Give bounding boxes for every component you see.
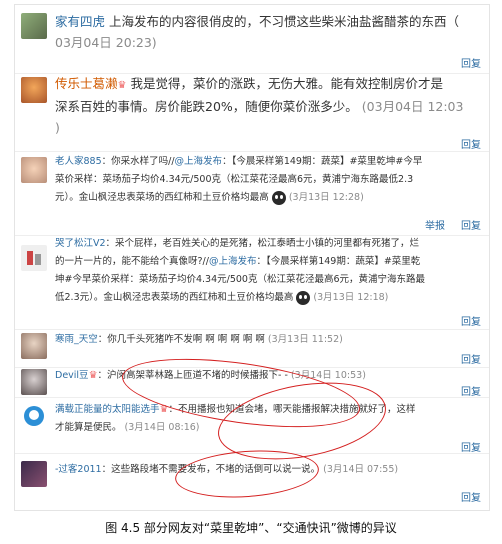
comment-text: 坤#今早菜价采样：菜场茄子均价4.34元/500克（松江菜花泾最高6元，黄浦宁海… — [55, 274, 425, 285]
crown-icon: ♛ — [117, 80, 127, 91]
timestamp-end: ) — [55, 120, 60, 135]
timestamp: (03月04日 12:03 — [361, 99, 464, 114]
user-name[interactable]: 哭了松江V2 — [55, 238, 106, 249]
reply-button[interactable]: 回复 — [461, 351, 481, 366]
comment-text: 我是觉得，菜价的涨跌，无伤大雅。能有效控制房价才是 — [130, 76, 443, 91]
timestamp: (3月14日 07:55) — [323, 464, 399, 475]
comment-text: 元）。金山枫泾忠表菜场的西红柿和土豆价格均最高 — [55, 192, 269, 203]
avatar[interactable] — [21, 157, 47, 183]
user-name[interactable]: -过客2011 — [55, 464, 102, 475]
avatar[interactable] — [21, 77, 47, 103]
timestamp: (3月13日 11:52) — [267, 334, 343, 345]
comment-text: ：【今晨采样第149期：蔬菜】#菜里乾坤#今早 — [222, 156, 423, 167]
report-button[interactable]: 举报 — [425, 217, 445, 232]
avatar[interactable] — [21, 245, 47, 271]
crown-icon: ♛ — [88, 370, 98, 381]
timestamp: (3月13日 12:28) — [288, 192, 364, 203]
list-item: 传乐士葛濑♛ 我是觉得，菜价的涨跌，无伤大雅。能有效控制房价才是 深系百姓的事情… — [15, 73, 489, 152]
reply-button[interactable]: 回复 — [461, 383, 481, 398]
user-name[interactable]: Devil豆 — [55, 370, 89, 381]
avatar[interactable] — [21, 13, 47, 39]
comment-text: ：你几千头死猪咋不发啊 啊 啊 啊 啊 啊 — [97, 334, 265, 345]
emoji-icon — [296, 290, 311, 305]
reply-button[interactable]: 回复 — [461, 55, 481, 70]
comment-text: 上海发布的内容很俏皮的，不习惯这些柴米油盐酱醋茶的东西（ — [109, 14, 460, 29]
figure-caption: 图 4.5 部分网友对“菜里乾坤”、“交通快讯”微博的异议 — [105, 521, 397, 535]
list-item: 寒雨_天空：你几千头死猪咋不发啊 啊 啊 啊 啊 啊 (3月13日 11:52)… — [15, 329, 489, 368]
mention-link[interactable]: @上海发布 — [175, 156, 223, 167]
timestamp: (3月14日 08:16) — [124, 422, 200, 433]
avatar-figure — [29, 410, 39, 420]
comment-text: ：采个屁样，老百姓关心的是死猪，松江泰晒士小镇的河里都有死猪了，烂 — [105, 238, 420, 249]
user-name[interactable]: 满载正能量的太阳能选手 — [55, 404, 160, 415]
reply-button[interactable]: 回复 — [461, 313, 481, 328]
avatar[interactable] — [21, 369, 47, 395]
comment-text: 才能算是便民。 — [55, 422, 122, 433]
timestamp: 03月04日 20:23) — [55, 35, 157, 50]
avatar[interactable] — [21, 403, 47, 429]
timestamp: (3月13日 12:18) — [313, 292, 389, 303]
comment-panel: 家有四虎 上海发布的内容很俏皮的，不习惯这些柴米油盐酱醋茶的东西（ 03月04日… — [14, 4, 490, 511]
user-name[interactable]: 家有四虎 — [55, 14, 105, 29]
list-item: 老人家885：你采水样了吗//@上海发布：【今晨采样第149期：蔬菜】#菜里乾坤… — [15, 151, 489, 236]
avatar[interactable] — [21, 333, 47, 359]
reply-button[interactable]: 回复 — [461, 439, 481, 454]
comment-text: 深系百姓的事情。房价能跌20%，随便你菜价涨多少。 — [55, 99, 358, 114]
emoji-icon — [271, 190, 286, 205]
user-name[interactable]: 老人家885 — [55, 156, 102, 167]
mention-link[interactable]: @上海发布 — [209, 256, 257, 267]
list-item: 哭了松江V2：采个屁样，老百姓关心的是死猪，松江泰晒士小镇的河里都有死猪了，烂 … — [15, 235, 489, 330]
comment-text: 的一片一片的，能不能给个真像呀?// — [55, 256, 209, 267]
comment-text: ：你采水样了吗// — [101, 156, 175, 167]
avatar-figure — [35, 254, 41, 265]
user-name[interactable]: 传乐士葛濑 — [55, 76, 118, 91]
reply-button[interactable]: 回复 — [461, 136, 481, 151]
comment-text: 低2.3元）。金山枫泾忠表菜场的西红柿和土豆价格均最高 — [55, 292, 294, 303]
reply-button[interactable]: 回复 — [461, 489, 481, 504]
comment-text: ：【今晨采样第149期：蔬菜】#菜里乾 — [256, 256, 421, 267]
reply-button[interactable]: 回复 — [461, 217, 481, 232]
list-item: 家有四虎 上海发布的内容很俏皮的，不习惯这些柴米油盐酱醋茶的东西（ 03月04日… — [15, 5, 489, 74]
comment-text: 菜价采样：菜场茄子均价4.34元/500克（松江菜花泾最高6元，黄浦宁海东路最低… — [55, 174, 414, 185]
user-name[interactable]: 寒雨_天空 — [55, 334, 98, 345]
avatar[interactable] — [21, 461, 47, 487]
avatar-figure — [27, 251, 33, 265]
